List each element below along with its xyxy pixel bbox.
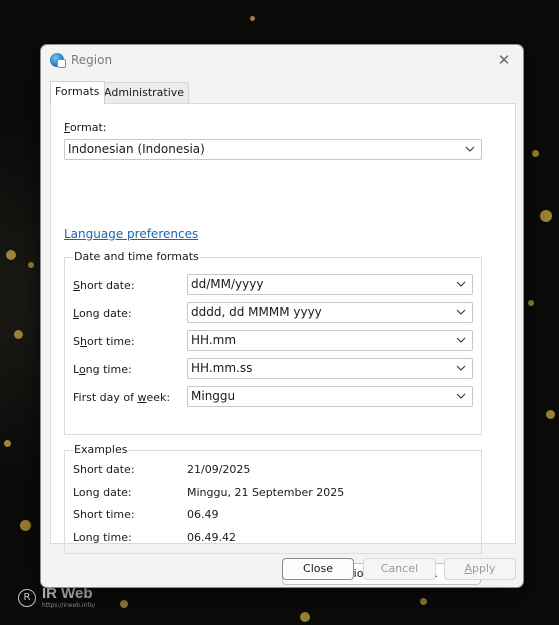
short-time-dropdown[interactable]: HH.mm [187, 330, 473, 351]
example-long-date-label: Long date: [73, 486, 132, 499]
formats-panel: Format: Indonesian (Indonesia) Language … [50, 103, 516, 585]
title-bar[interactable]: Region ✕ [41, 45, 523, 75]
globe-region-icon [50, 53, 66, 68]
date-time-formats-title: Date and time formats [73, 250, 200, 263]
chevron-down-icon [456, 281, 466, 287]
watermark-name: IR Web [42, 585, 93, 602]
example-long-date-value: Minggu, 21 September 2025 [187, 486, 345, 499]
short-time-label: Short time: [73, 335, 135, 348]
chevron-down-icon [456, 393, 466, 399]
short-date-dropdown[interactable]: dd/MM/yyyy [187, 274, 473, 295]
cancel-button[interactable]: Cancel [363, 558, 436, 580]
long-date-value: dddd, dd MMMM yyyy [191, 305, 322, 319]
chevron-down-icon [465, 146, 475, 152]
chevron-down-icon [456, 309, 466, 315]
region-dialog: Region ✕ Formats Administrative Format: … [40, 44, 524, 588]
long-time-label: Long time: [73, 363, 132, 376]
examples-group: Examples Short date: 21/09/2025 Long dat… [64, 443, 482, 554]
first-day-of-week-dropdown[interactable]: Minggu [187, 386, 473, 407]
long-date-dropdown[interactable]: dddd, dd MMMM yyyy [187, 302, 473, 323]
date-time-formats-group: Date and time formats Short date: dd/MM/… [64, 250, 482, 435]
example-long-time-value: 06.49.42 [187, 531, 236, 544]
watermark-logo-icon: R [18, 588, 36, 607]
short-date-label: Short date: [73, 279, 135, 292]
example-short-date-label: Short date: [73, 463, 135, 476]
format-label: Format: [64, 121, 107, 134]
window-close-button[interactable]: ✕ [489, 45, 519, 75]
long-date-label: Long date: [73, 307, 132, 320]
example-short-date-value: 21/09/2025 [187, 463, 251, 476]
watermark: R IR Web https://irweb.info/ [18, 586, 95, 609]
short-date-value: dd/MM/yyyy [191, 277, 264, 291]
apply-button[interactable]: Apply [444, 558, 516, 580]
chevron-down-icon [456, 337, 466, 343]
example-short-time-value: 06.49 [187, 508, 219, 521]
format-dropdown[interactable]: Indonesian (Indonesia) [64, 139, 482, 160]
first-day-of-week-label: First day of week: [73, 391, 171, 404]
tab-administrative[interactable]: Administrative [99, 82, 190, 103]
examples-title: Examples [73, 443, 129, 456]
example-short-time-label: Short time: [73, 508, 135, 521]
short-time-value: HH.mm [191, 333, 237, 347]
watermark-url: https://irweb.info/ [42, 602, 96, 609]
example-long-time-label: Long time: [73, 531, 132, 544]
long-time-value: HH.mm.ss [191, 361, 253, 375]
window-title: Region [71, 53, 113, 67]
chevron-down-icon [456, 365, 466, 371]
language-preferences-link[interactable]: Language preferences [64, 227, 198, 241]
format-value: Indonesian (Indonesia) [68, 142, 205, 156]
tab-formats[interactable]: Formats [50, 81, 105, 104]
first-day-of-week-value: Minggu [191, 389, 236, 403]
long-time-dropdown[interactable]: HH.mm.ss [187, 358, 473, 379]
close-button[interactable]: Close [282, 558, 354, 580]
